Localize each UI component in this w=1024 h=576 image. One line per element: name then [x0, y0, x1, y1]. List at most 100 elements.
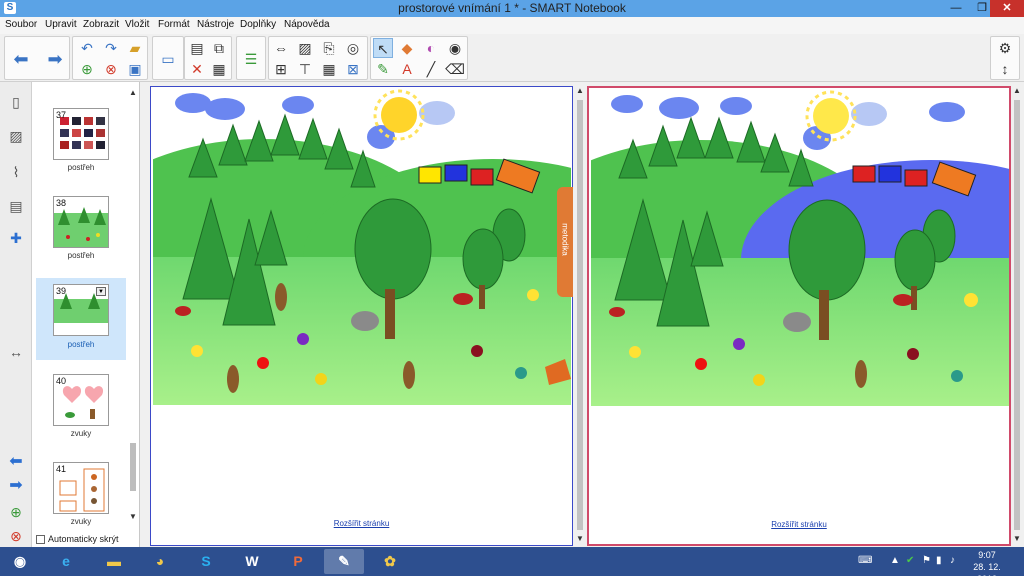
text-icon[interactable]: A — [397, 59, 417, 79]
word-icon[interactable]: W — [232, 549, 272, 574]
scroll-down-icon[interactable]: ▼ — [1011, 534, 1023, 543]
show-hidden-icons-icon[interactable]: ▲ — [890, 555, 900, 566]
scroll-up-icon[interactable]: ▲ — [1011, 86, 1023, 95]
menu-format[interactable]: Formát — [158, 19, 190, 30]
scroll-thumb[interactable] — [577, 100, 583, 530]
fill-icon[interactable]: ◉ — [445, 38, 465, 58]
save-icon[interactable]: ▣ — [125, 59, 145, 79]
close-dual-icon[interactable]: ⊠ — [343, 59, 363, 79]
shapes-icon[interactable]: ◆ — [397, 38, 417, 58]
screen-shade-icon[interactable]: ▦ — [209, 59, 229, 79]
eraser-icon[interactable]: ⌫ — [445, 59, 465, 79]
move-toolbar-icon[interactable]: ↕ — [995, 59, 1015, 79]
edit-group: ↶ ↷ ▰ ⊕ ⊗ ▣ — [72, 36, 148, 80]
display-screen-icon[interactable]: ▭ — [158, 49, 178, 69]
properties-icon[interactable]: ▤ — [6, 196, 26, 216]
skype-icon[interactable]: S — [186, 549, 226, 574]
select-icon[interactable]: ↖ — [373, 38, 393, 58]
eraser-magic-icon[interactable]: ◐ — [421, 38, 441, 58]
flag-icon[interactable]: ⚑ — [922, 555, 931, 566]
scroll-down-icon[interactable]: ▼ — [128, 512, 138, 521]
paint-icon[interactable]: ✿ — [370, 549, 410, 574]
group-icon[interactable]: ⊞ — [271, 59, 291, 79]
sorter-scrollbar[interactable]: ▲ ▼ — [128, 88, 138, 521]
delete-page-icon[interactable]: ⊗ — [101, 59, 121, 79]
attachments-icon[interactable]: ⌇ — [6, 162, 26, 182]
page-left[interactable]: Rozšířit stránku — [150, 86, 573, 546]
right-page-scrollbar[interactable]: ▲ ▼ — [1011, 86, 1023, 546]
metodika-tab[interactable]: metodika — [557, 187, 573, 297]
document-camera-icon[interactable]: ⊤ — [295, 59, 315, 79]
line-icon[interactable]: ╱ — [421, 59, 441, 79]
powerpoint-icon[interactable]: P — [278, 549, 318, 574]
page-right[interactable]: Rozšířit stránku — [587, 86, 1011, 546]
redo-icon[interactable]: ↷ — [101, 38, 121, 58]
extend-page-link[interactable]: Rozšířit stránku — [151, 519, 572, 528]
tools-group: ↖ ◆ ◐ ◉ ✎ A ╱ ⌫ — [370, 36, 468, 80]
full-screen-icon[interactable]: ⇔ — [271, 38, 291, 58]
align-icon[interactable]: ☰ — [241, 49, 261, 69]
thumbnail-menu-icon[interactable]: ▼ — [96, 287, 106, 296]
menu-upravit[interactable]: Upravit — [45, 19, 77, 30]
extend-page-link[interactable]: Rozšířit stránku — [589, 520, 1009, 529]
gallery-icon[interactable]: ▨ — [6, 126, 26, 146]
delete-icon[interactable]: ✕ — [187, 59, 207, 79]
scroll-up-icon[interactable]: ▲ — [128, 88, 138, 97]
page-thumbnail[interactable]: 37 postřeh — [36, 106, 126, 188]
previous-page-icon[interactable]: ⬅ — [11, 49, 31, 69]
page-thumbnail-selected[interactable]: 39 ▼ postřeh — [36, 278, 126, 360]
close-button[interactable]: ✕ — [990, 0, 1024, 17]
menu-doplnky[interactable]: Doplňky — [240, 19, 276, 30]
resize-handle-icon[interactable]: ↔ — [6, 342, 26, 362]
next-page-icon[interactable]: ➡ — [45, 49, 65, 69]
start-button[interactable]: ◉ — [4, 549, 36, 574]
screen-capture-icon[interactable]: ▨ — [295, 38, 315, 58]
scene-right[interactable] — [591, 90, 1009, 406]
scroll-thumb[interactable] — [1014, 100, 1020, 530]
nav-group: ⬅ ➡ — [4, 36, 70, 80]
page-thumbnail[interactable]: 41 zvuky — [36, 460, 126, 542]
internet-explorer-icon[interactable]: e — [46, 549, 86, 574]
scroll-up-icon[interactable]: ▲ — [574, 86, 586, 95]
page-sorter-icon[interactable]: ▯ — [6, 92, 26, 112]
chrome-icon[interactable]: ◕ — [140, 549, 180, 574]
pens-icon[interactable]: ✎ — [373, 59, 393, 79]
page-thumbnail[interactable]: 40 zvuky — [36, 372, 126, 454]
menu-vlozit[interactable]: Vložit — [125, 19, 149, 30]
thumbnail-label: postřeh — [67, 251, 95, 260]
clock[interactable]: 9:07 28. 12. 2013 — [962, 549, 1012, 576]
sorter-left-arrow-icon[interactable]: ⬅ — [6, 452, 26, 472]
keyboard-icon[interactable]: ⌨ — [858, 555, 872, 566]
undo-icon[interactable]: ↶ — [77, 38, 97, 58]
open-file-icon[interactable]: ▰ — [125, 38, 145, 58]
addons-icon[interactable]: ✚ — [6, 228, 26, 248]
volume-icon[interactable]: ♪ — [950, 555, 955, 566]
add-page-icon[interactable]: ⊕ — [77, 59, 97, 79]
sorter-right-arrow-icon[interactable]: ➡ — [6, 476, 26, 496]
scene-left[interactable] — [153, 89, 571, 405]
menu-zobrazit[interactable]: Zobrazit — [83, 19, 119, 30]
network-icon[interactable]: ▮ — [936, 555, 942, 566]
table-icon[interactable]: ▦ — [319, 59, 339, 79]
gear-icon[interactable]: ⚙ — [995, 38, 1015, 58]
clone-icon[interactable]: ⧉ — [209, 38, 229, 58]
dual-page-icon[interactable]: ⎘ — [319, 38, 339, 58]
auto-hide-checkbox[interactable]: Automaticky skrýt — [36, 534, 119, 545]
paste-icon[interactable]: ▤ — [187, 38, 207, 58]
align-group: ☰ — [236, 36, 266, 80]
menu-napoveda[interactable]: Nápověda — [284, 19, 330, 30]
minimize-button[interactable]: — — [942, 0, 970, 17]
menu-nastroje[interactable]: Nástroje — [197, 19, 234, 30]
left-page-scrollbar[interactable]: ▲ ▼ — [574, 86, 586, 546]
security-icon[interactable]: ✔ — [906, 555, 914, 566]
file-explorer-icon[interactable]: ▬ — [94, 549, 134, 574]
checkbox-box[interactable] — [36, 535, 45, 545]
page-thumbnail[interactable]: 38 postřeh — [36, 194, 126, 276]
delete-page-small-icon[interactable]: ⊗ — [6, 526, 26, 546]
menu-soubor[interactable]: Soubor — [5, 19, 37, 30]
add-page-small-icon[interactable]: ⊕ — [6, 502, 26, 522]
smart-notebook-icon[interactable]: ✎ — [324, 549, 364, 574]
sharing-icon[interactable]: ◎ — [343, 38, 363, 58]
scroll-thumb[interactable] — [130, 443, 136, 491]
scroll-down-icon[interactable]: ▼ — [574, 534, 586, 543]
